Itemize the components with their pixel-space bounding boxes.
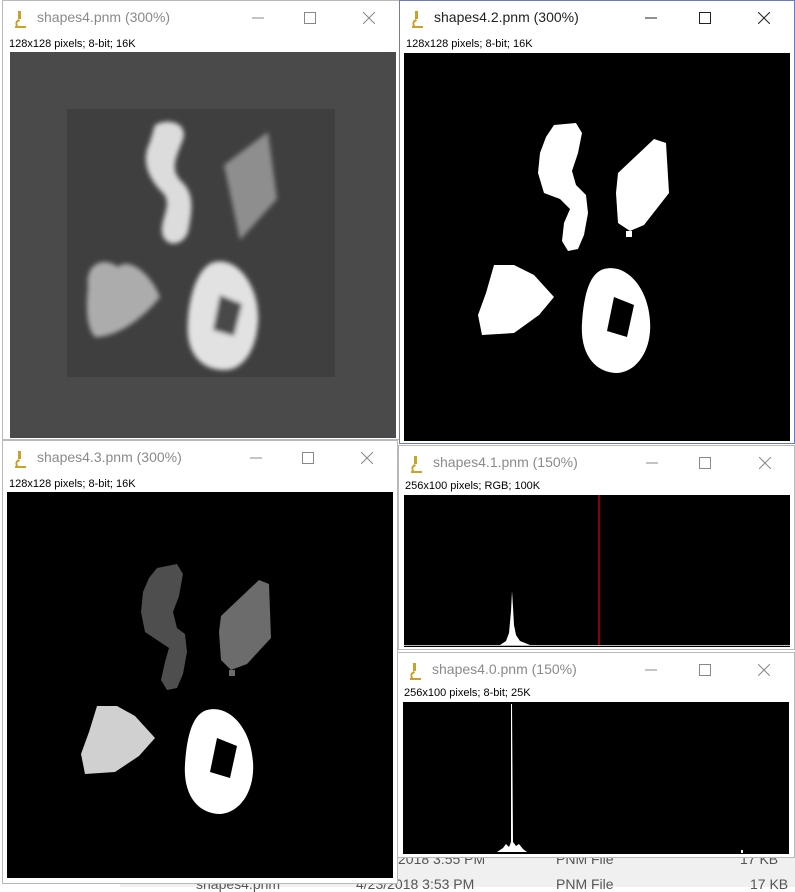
title-bar[interactable]: shapes4.1.pnm (150%) <box>399 446 794 480</box>
image-canvas[interactable] <box>10 52 396 438</box>
image-window-shapes4-3[interactable]: shapes4.3.pnm (300%) 128x128 pixels; 8-b… <box>2 440 398 884</box>
minimize-button[interactable] <box>628 657 674 683</box>
histogram-image <box>497 704 743 853</box>
maximize-icon <box>304 12 316 24</box>
close-icon <box>363 12 375 24</box>
window-title: shapes4.2.pnm (300%) <box>434 9 579 25</box>
image-info: 256x100 pixels; RGB; 100K <box>405 480 541 492</box>
binary-image <box>478 123 669 373</box>
maximize-button[interactable] <box>287 5 333 31</box>
image-info: 256x100 pixels; 8-bit; 25K <box>404 687 531 699</box>
explorer-row-size: 17 KB <box>750 876 789 892</box>
minimize-icon <box>252 17 264 19</box>
maximize-button[interactable] <box>682 5 728 31</box>
image-info: 128x128 pixels; 8-bit; 16K <box>406 38 533 50</box>
image-window-shapes4-1[interactable]: shapes4.1.pnm (150%) 256x100 pixels; RGB… <box>398 445 795 650</box>
minimize-button[interactable] <box>235 5 281 31</box>
maximize-button[interactable] <box>682 450 728 476</box>
title-bar[interactable]: shapes4.3.pnm (300%) <box>3 441 397 475</box>
microscope-icon <box>15 11 26 28</box>
minimize-icon <box>250 457 262 459</box>
window-title: shapes4.0.pnm (150%) <box>432 661 577 677</box>
maximize-icon <box>699 664 711 676</box>
microscope-icon <box>411 456 422 473</box>
minimize-button[interactable] <box>233 445 279 471</box>
close-button[interactable] <box>741 5 787 31</box>
window-title: shapes4.pnm (300%) <box>37 9 171 25</box>
image-info: 128x128 pixels; 8-bit; 16K <box>9 478 136 490</box>
image-window-shapes4-2[interactable]: shapes4.2.pnm (300%) 128x128 pixels; 8-b… <box>399 0 795 444</box>
close-icon <box>758 664 770 676</box>
image-window-shapes4[interactable]: shapes4.pnm (300%) 128x128 pixels; 8-bit… <box>2 0 400 440</box>
microscope-icon <box>410 663 421 680</box>
window-title: shapes4.3.pnm (300%) <box>37 449 182 465</box>
histogram-image <box>404 495 790 646</box>
maximize-button[interactable] <box>285 445 331 471</box>
title-bar[interactable]: shapes4.pnm (300%) <box>3 1 399 35</box>
close-button[interactable] <box>742 450 788 476</box>
close-icon <box>758 12 770 24</box>
minimize-button[interactable] <box>629 450 675 476</box>
close-button[interactable] <box>741 657 787 683</box>
minimize-icon <box>646 462 658 464</box>
image-canvas[interactable] <box>404 53 790 441</box>
image-canvas[interactable] <box>404 495 790 647</box>
title-bar[interactable]: shapes4.0.pnm (150%) <box>398 653 794 687</box>
close-icon <box>361 452 373 464</box>
grayscale-image <box>67 109 335 377</box>
image-info: 128x128 pixels; 8-bit; 16K <box>9 38 136 50</box>
window-title: shapes4.1.pnm (150%) <box>433 454 578 470</box>
image-window-shapes4-0[interactable]: shapes4.0.pnm (150%) 256x100 pixels; 8-b… <box>397 652 795 858</box>
close-icon <box>759 457 771 469</box>
explorer-row-type: PNM File <box>556 876 614 892</box>
close-button[interactable] <box>344 445 390 471</box>
microscope-icon <box>15 451 26 468</box>
image-canvas[interactable] <box>403 702 789 854</box>
minimize-icon <box>645 669 657 671</box>
maximize-button[interactable] <box>682 657 728 683</box>
labeled-image <box>81 564 271 814</box>
close-button[interactable] <box>346 5 392 31</box>
image-canvas[interactable] <box>7 492 393 878</box>
microscope-icon <box>412 11 423 28</box>
minimize-icon <box>645 17 657 19</box>
title-bar[interactable]: shapes4.2.pnm (300%) <box>400 1 794 35</box>
minimize-button[interactable] <box>628 5 674 31</box>
maximize-icon <box>699 12 711 24</box>
maximize-icon <box>302 452 314 464</box>
maximize-icon <box>699 457 711 469</box>
